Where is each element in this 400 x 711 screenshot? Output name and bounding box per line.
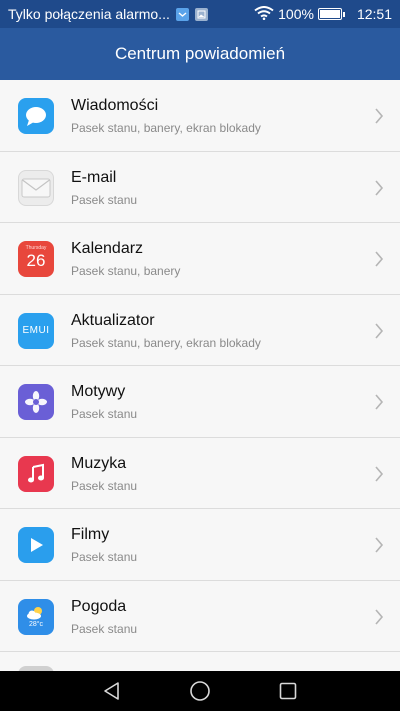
status-right: 100% 12:51 [254,5,392,23]
themes-icon [18,384,54,420]
list-item-muzyka[interactable]: Muzyka Pasek stanu [0,437,400,509]
list-item-aktualizator[interactable]: EMUI Aktualizator Pasek stanu, banery, e… [0,294,400,366]
carrier-status-text: Tylko połączenia alarmo... [8,6,170,22]
list-item-filmy[interactable]: Filmy Pasek stanu [0,509,400,581]
app-notification-summary: Pasek stanu [71,192,138,207]
app-notification-summary: Pasek stanu [71,621,138,636]
list-item-wiadomosci[interactable]: Wiadomości Pasek stanu, banery, ekran bl… [0,80,400,152]
list-item-motywy[interactable]: Motywy Pasek stanu [0,366,400,438]
battery-percent: 100% [278,6,314,22]
updater-icon-label: EMUI [22,325,50,336]
messages-icon [18,98,54,134]
recent-apps-button[interactable] [275,678,301,704]
back-button[interactable] [99,678,125,704]
chevron-right-icon [374,322,384,345]
navigation-bar [0,671,400,711]
app-name: Filmy [71,526,110,543]
app-notification-summary: Pasek stanu, banery, ekran blokady [71,335,261,350]
calendar-icon-day: 26 [26,251,46,270]
status-left: Tylko połączenia alarmo... [8,6,254,22]
app-name: Muzyka [71,454,127,472]
updater-icon: EMUI [18,312,54,349]
app-notification-summary: Pasek stanu, banery [71,264,181,278]
video-icon [18,527,54,563]
list-item-pogoda[interactable]: 28°c Pogoda Pasek stanu [0,580,400,652]
app-name: Pogoda [71,597,127,615]
chevron-right-icon [374,393,384,416]
wifi-icon [254,5,274,23]
image-notification-icon [194,7,208,21]
app-name: Wiadomości [71,97,159,114]
chevron-right-icon [374,250,384,273]
status-bar: Tylko połączenia alarmo... 100% 12:51 [0,0,400,28]
notification-icon [175,7,189,21]
clock: 12:51 [356,6,392,22]
page-title: Centrum powiadomień [114,44,286,63]
app-name: Kalendarz [71,240,144,257]
list-item-kalendarz[interactable]: Thursday 26 Kalendarz Pasek stanu, baner… [0,223,400,295]
list-item-partial[interactable] [0,652,400,671]
home-button[interactable] [187,678,213,704]
app-notification-summary: Pasek stanu, banery, ekran blokady [71,121,261,135]
app-name: Aktualizator [71,311,155,329]
weather-icon-temperature: 28°c [28,620,44,628]
list-item-email[interactable]: E-mail Pasek stanu [0,151,400,223]
app-header: Centrum powiadomień [0,28,400,80]
app-name: Motywy [71,383,126,400]
app-list: Wiadomości Pasek stanu, banery, ekran bl… [0,80,400,671]
chevron-right-icon [374,536,384,559]
chevron-right-icon [374,179,384,202]
calendar-icon: Thursday 26 [18,241,54,277]
app-name: E-mail [71,168,117,186]
music-icon [18,455,54,492]
chevron-right-icon [374,107,384,130]
chevron-right-icon [374,608,384,631]
battery-icon [317,8,345,20]
app-notification-summary: Pasek stanu [71,550,138,564]
chevron-right-icon [374,465,384,488]
app-notification-summary: Pasek stanu [71,478,138,493]
email-icon [18,169,54,206]
app-notification-summary: Pasek stanu [71,407,138,421]
weather-icon: 28°c [18,598,54,635]
